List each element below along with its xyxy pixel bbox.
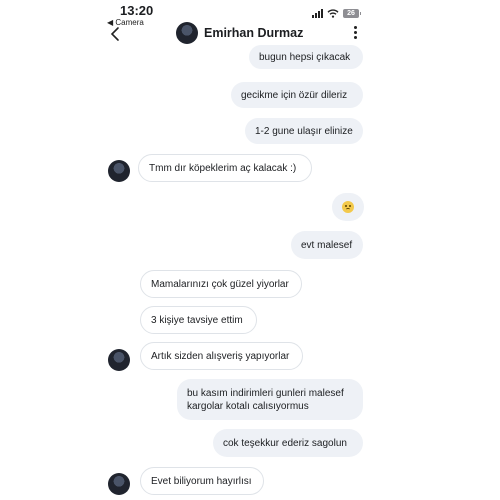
- message-bubble-incoming[interactable]: Artık sizden alışveriş yapıyorlar: [140, 342, 303, 370]
- message-bubble-outgoing[interactable]: bugun hepsi çıkacak: [249, 45, 363, 69]
- sender-avatar[interactable]: [108, 349, 130, 371]
- contact-avatar[interactable]: [176, 22, 198, 44]
- more-vertical-icon: [353, 26, 357, 29]
- message-bubble-incoming[interactable]: Mamalarınızı çok güzel yiyorlar: [140, 270, 302, 298]
- chevron-left-icon: [110, 27, 119, 41]
- message-bubble-incoming[interactable]: Tmm dır köpeklerim aç kalacak :): [138, 154, 312, 182]
- back-button[interactable]: [106, 24, 126, 44]
- message-bubble-outgoing[interactable]: evt malesef: [291, 231, 363, 259]
- more-options-button[interactable]: [349, 26, 361, 44]
- message-bubble-incoming[interactable]: Evet biliyorum hayırlısı: [140, 467, 264, 495]
- message-bubble-outgoing[interactable]: bu kasım indirimleri gunleri malesef kar…: [177, 379, 363, 420]
- message-bubble-outgoing[interactable]: [332, 193, 364, 221]
- message-bubble-incoming[interactable]: 3 kişiye tavsiye ettim: [140, 306, 257, 334]
- system-icons: 26: [312, 9, 361, 18]
- sender-avatar[interactable]: [108, 160, 130, 182]
- message-bubble-outgoing[interactable]: cok teşekkur ederiz sagolun: [213, 429, 363, 457]
- chat-header: Emirhan Durmaz: [0, 20, 500, 48]
- signal-icon: [312, 9, 323, 18]
- wifi-icon: [327, 9, 339, 18]
- message-bubble-outgoing[interactable]: gecikme için özür dileriz: [231, 82, 363, 108]
- contact-name[interactable]: Emirhan Durmaz: [204, 26, 303, 40]
- battery-icon: 26: [343, 9, 361, 18]
- disappointed-face-icon: [342, 201, 354, 213]
- sender-avatar[interactable]: [108, 473, 130, 495]
- message-bubble-outgoing[interactable]: 1-2 gune ulaşır elinize: [245, 118, 363, 144]
- clock: 13:20: [120, 3, 154, 18]
